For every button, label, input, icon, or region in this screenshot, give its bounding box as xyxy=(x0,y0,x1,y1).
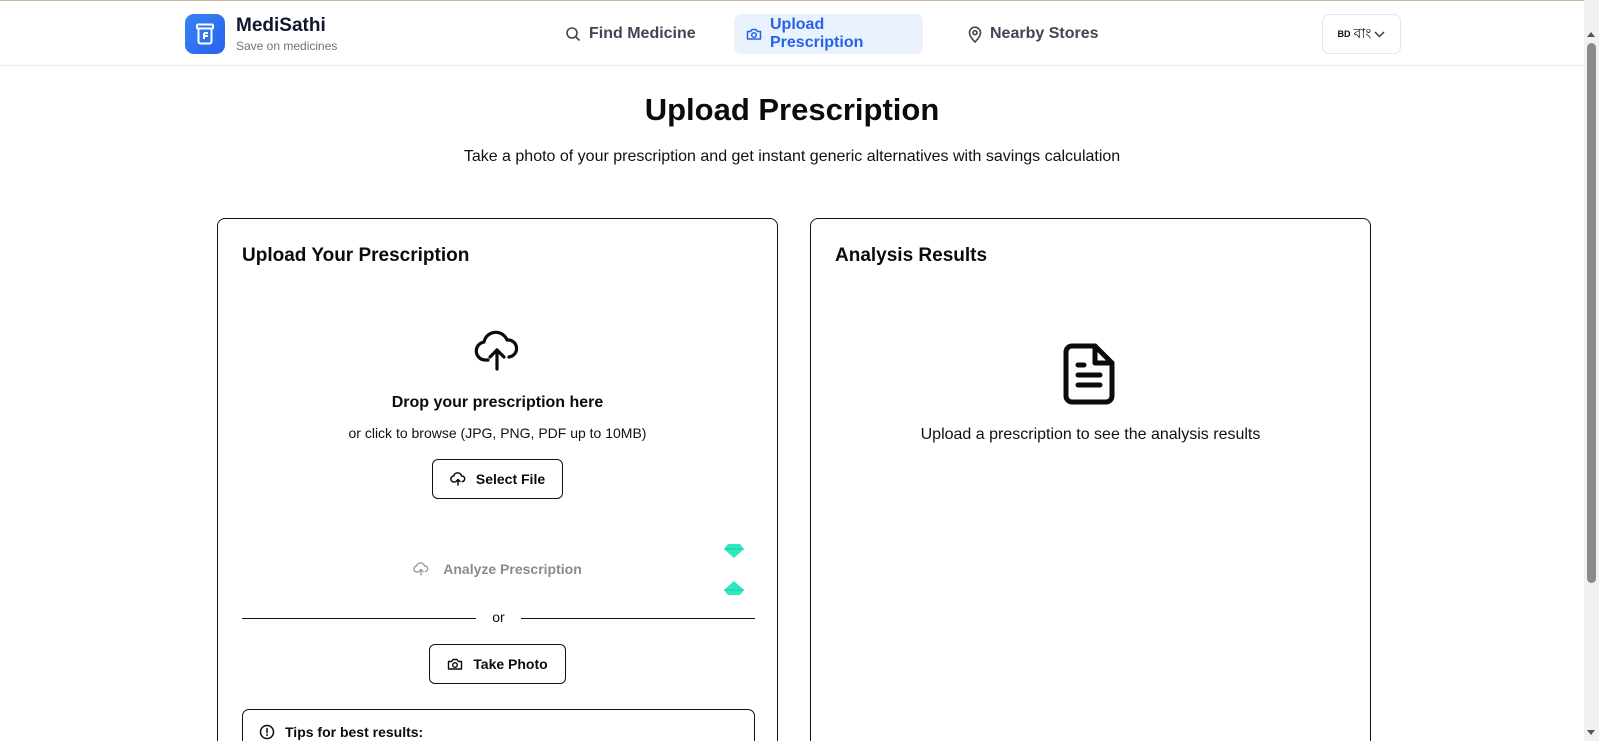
analyze-label: Analyze Prescription xyxy=(443,561,582,577)
results-empty-text: Upload a prescription to see the analysi… xyxy=(920,426,1261,443)
tips-title: Tips for best results: xyxy=(285,724,424,740)
chevron-down-icon xyxy=(1374,31,1385,37)
divider-line xyxy=(242,618,476,619)
nav-label: Nearby Stores xyxy=(990,25,1099,42)
tips-header: Tips for best results: xyxy=(259,724,423,740)
cloud-upload-icon xyxy=(474,330,519,371)
nav-upload-prescription[interactable]: Upload Prescription xyxy=(734,14,923,54)
page-subtitle: Take a photo of your prescription and ge… xyxy=(463,148,1121,165)
drop-zone-title[interactable]: Drop your prescription here xyxy=(218,394,777,412)
gem-icon xyxy=(724,581,744,595)
divider-line xyxy=(521,618,755,619)
divider-or: or xyxy=(492,609,505,625)
page-scrollbar[interactable] xyxy=(1584,0,1599,741)
map-pin-icon xyxy=(968,25,982,43)
brand-tagline: Save on medicines xyxy=(236,39,338,53)
pill-bottle-icon xyxy=(196,23,214,45)
page-title: Upload Prescription xyxy=(644,92,940,127)
take-photo-button[interactable]: Take Photo xyxy=(429,644,566,684)
select-file-button[interactable]: Select File xyxy=(432,459,563,499)
brand-name[interactable]: MediSathi xyxy=(236,15,326,37)
upload-card: Upload Your Prescription Drop your presc… xyxy=(217,218,778,741)
app-header: MediSathi Save on medicines Find Medicin… xyxy=(0,1,1584,66)
gem-icon xyxy=(724,544,744,558)
upload-card-title: Upload Your Prescription xyxy=(242,245,470,266)
results-card: Analysis Results Upload a prescription t… xyxy=(810,218,1371,741)
alert-circle-icon xyxy=(259,724,275,740)
cloud-upload-icon xyxy=(413,562,429,576)
language-switcher[interactable]: BD বাং xyxy=(1322,14,1401,54)
scroll-up-arrow[interactable] xyxy=(1587,32,1595,37)
drop-zone-subtitle[interactable]: or click to browse (JPG, PNG, PDF up to … xyxy=(218,425,777,441)
results-card-title: Analysis Results xyxy=(835,245,988,266)
tips-box: Tips for best results: xyxy=(242,709,755,741)
brand-logo[interactable] xyxy=(185,14,225,54)
scroll-down-arrow[interactable] xyxy=(1587,730,1595,735)
nav-label: Find Medicine xyxy=(589,25,696,42)
scroll-thumb[interactable] xyxy=(1587,43,1596,583)
document-icon xyxy=(1063,343,1115,405)
flag-code: BD xyxy=(1337,29,1351,39)
nav-nearby-stores[interactable]: Nearby Stores xyxy=(956,14,1111,54)
select-file-label: Select File xyxy=(475,471,546,487)
language-label: বাং xyxy=(1353,25,1372,41)
camera-icon xyxy=(448,658,463,670)
camera-icon xyxy=(746,28,762,40)
nav-find-medicine[interactable]: Find Medicine xyxy=(553,14,708,54)
nav-label: Upload Prescription xyxy=(770,16,864,51)
search-icon xyxy=(566,27,581,42)
cloud-upload-icon xyxy=(450,472,466,486)
analyze-prescription-button[interactable]: Analyze Prescription xyxy=(218,561,777,577)
take-photo-label: Take Photo xyxy=(473,656,548,672)
